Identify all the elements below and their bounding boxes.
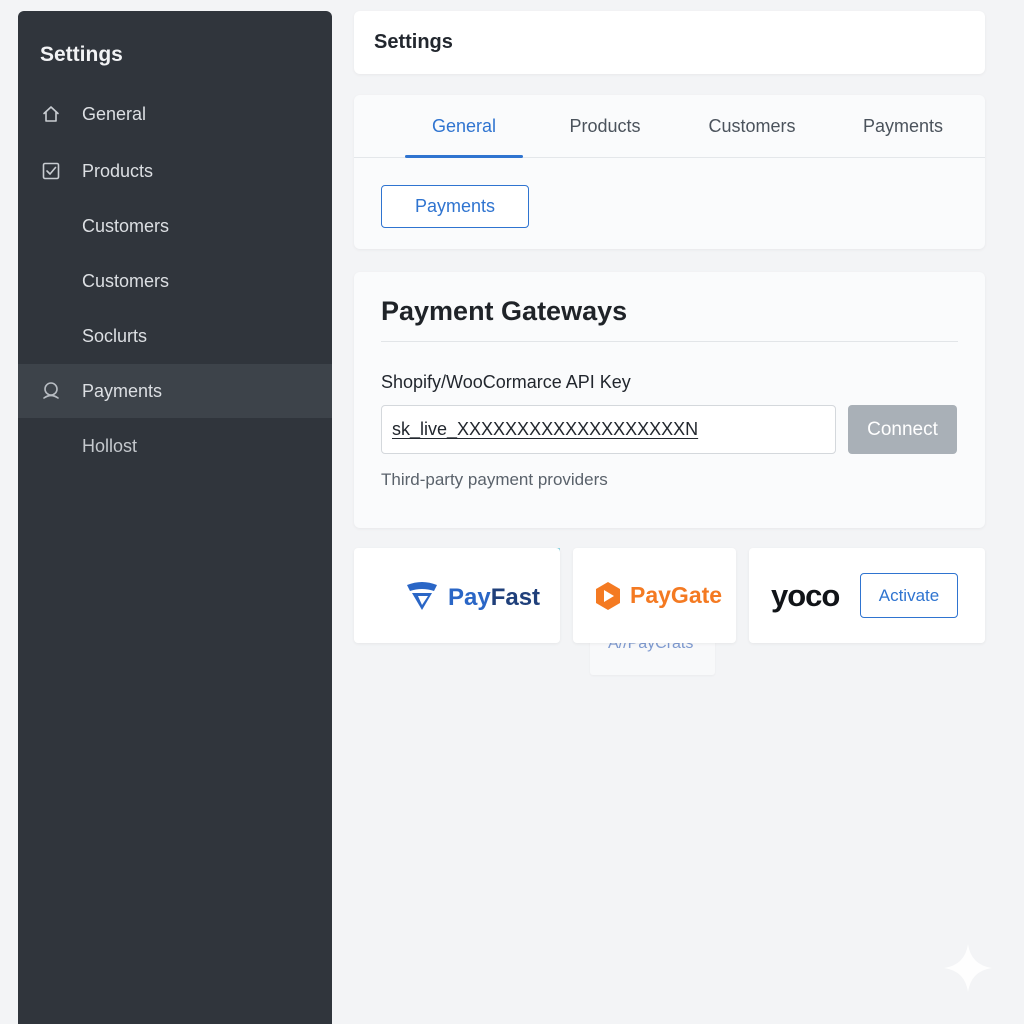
sidebar-item-payments[interactable]: Payments [18, 364, 332, 418]
tab-general[interactable]: General [405, 95, 523, 158]
sidebar-item-label: Hollost [82, 435, 138, 456]
provider-card-yoco[interactable]: yoco Activate [749, 548, 985, 643]
tabs-panel: General Products Customers Payments Paym… [354, 95, 985, 249]
yoco-logo: yoco [771, 578, 840, 613]
checkbox-icon [40, 160, 62, 182]
activate-button[interactable]: Activate [860, 573, 958, 618]
sidebar-item-label: Customers [82, 215, 170, 236]
paygate-logo-icon [593, 581, 623, 611]
sidebar-item-soclurts[interactable]: Soclurts [18, 309, 332, 363]
sidebar-item-hollost[interactable]: Hollost [18, 419, 332, 473]
sidebar-item-label: General [82, 103, 147, 124]
payfast-logo-icon [404, 580, 440, 612]
provider-name-part: Pay [448, 584, 491, 611]
sidebar-item-customers[interactable]: Customers [18, 199, 332, 253]
sidebar-item-label: Payments [82, 380, 163, 401]
sidebar-item-customers-2[interactable]: Customers [18, 254, 332, 308]
provider-name: PayGate [630, 582, 723, 608]
sidebar-item-label: Customers [82, 270, 170, 291]
provider-card-payfast[interactable]: PayFast [354, 548, 560, 643]
helper-text: Third-party payment providers [381, 470, 608, 489]
page-header: Settings [354, 11, 985, 74]
api-key-label: Shopify/WooCormarce API Key [381, 372, 631, 392]
tab-bar: General Products Customers Payments [354, 95, 985, 158]
tab-customers[interactable]: Customers [690, 95, 814, 157]
divider [381, 341, 958, 342]
sidebar-item-products[interactable]: Products [18, 144, 332, 198]
payment-gateways-panel: Payment Gateways Shopify/WooCormarce API… [354, 272, 985, 528]
page-title: Settings [374, 31, 453, 53]
sparkle-icon [942, 942, 994, 994]
connect-button[interactable]: Connect [848, 405, 957, 454]
provider-name: PayFast [448, 584, 540, 612]
user-icon [40, 380, 62, 402]
tab-products[interactable]: Products [550, 95, 660, 157]
provider-card-paygate[interactable]: PayGate [573, 548, 736, 643]
provider-name-part: Fast [490, 584, 541, 611]
sidebar-item-general[interactable]: General [18, 87, 332, 141]
sidebar: Settings General Products Customers Cust… [18, 11, 332, 1024]
sidebar-item-label: Soclurts [82, 325, 148, 346]
section-title: Payment Gateways [381, 296, 628, 326]
tab-payments[interactable]: Payments [846, 95, 960, 157]
sidebar-item-label: Products [82, 160, 154, 181]
payments-button[interactable]: Payments [381, 185, 529, 228]
api-key-input[interactable] [381, 405, 836, 454]
sidebar-title: Settings [40, 43, 123, 66]
home-icon [40, 103, 62, 125]
